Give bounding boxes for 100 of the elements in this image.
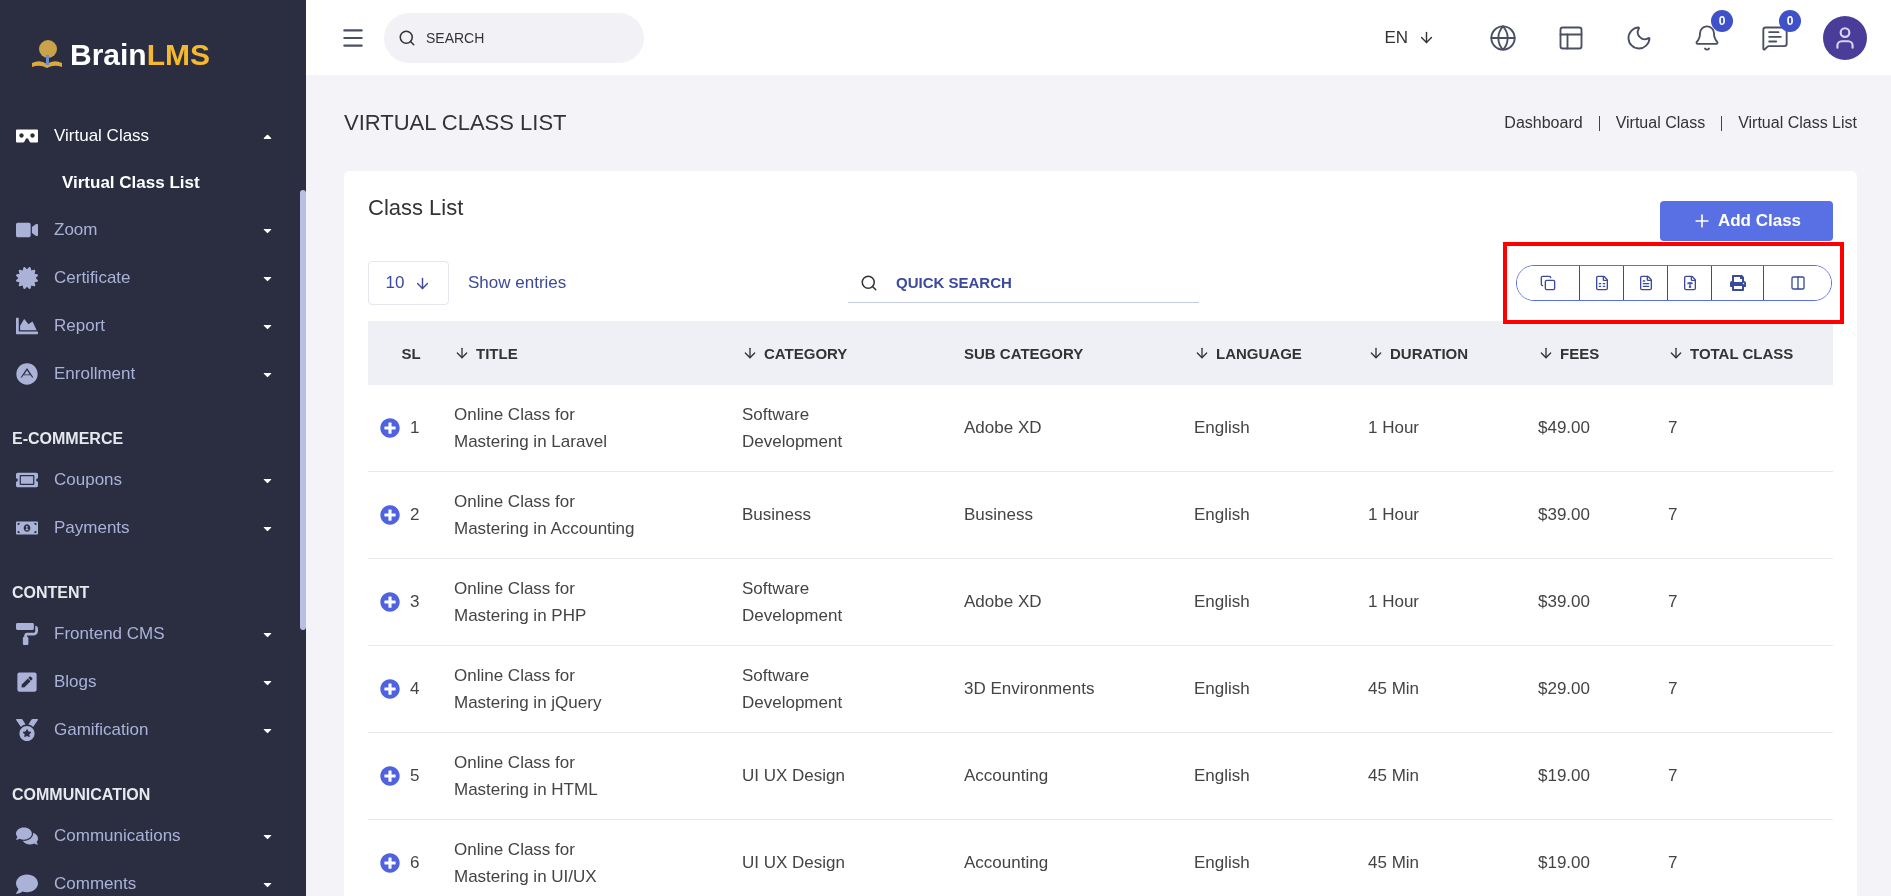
sidebar-item[interactable]: Frontend CMS [0, 610, 294, 658]
sidebar-item[interactable]: Blogs [0, 658, 294, 706]
sidebar-item[interactable]: Virtual Class [0, 112, 294, 160]
table-cell-text: Online Class for Mastering in Accounting [454, 490, 636, 540]
table-cell-text: 45 Min [1368, 852, 1420, 875]
expand-row-button[interactable] [380, 679, 400, 699]
table-cell-text: $19.00 [1538, 852, 1590, 875]
table-cell-text: Business [964, 504, 1033, 527]
search-icon [860, 273, 878, 292]
search-input[interactable]: SEARCH [424, 28, 630, 47]
sidebar-item[interactable]: Report [0, 302, 294, 350]
add-class-button[interactable]: Add Class [1660, 201, 1833, 241]
table-cell-text: Online Class for Mastering in HTML [454, 751, 599, 801]
table-cell-text: English [1194, 678, 1250, 701]
table-cell-text: English [1194, 852, 1250, 875]
table-cell: 1 [410, 418, 420, 438]
column-header[interactable]: DURATION [1368, 344, 1538, 362]
sidebar-item[interactable]: Comments [0, 860, 294, 896]
table-cell-text: Software Development [742, 664, 844, 714]
table-cell-text: Accounting [964, 852, 1049, 875]
table-cell-text: Online Class for Mastering in jQuery [454, 664, 603, 714]
table-cell-text: Business [742, 504, 811, 527]
table-cell-text: 7 [1668, 417, 1678, 440]
column-header[interactable]: FEES [1538, 344, 1668, 362]
spreadsheet-file-icon [1593, 275, 1610, 291]
search-field[interactable]: SEARCH [384, 12, 644, 63]
table-cell-text: Adobe XD [964, 591, 1042, 614]
table-cell-text: 45 Min [1368, 678, 1420, 701]
table-cell-text: $19.00 [1538, 765, 1590, 788]
expand-row-button[interactable] [380, 418, 400, 438]
table-cell-text: $49.00 [1538, 417, 1590, 440]
table-cell-text: UI UX Design [742, 765, 845, 788]
table-cell-text: Online Class for Mastering in UI/UX [454, 838, 598, 888]
table-cell-text: 3D Environments [964, 678, 1095, 701]
table-cell-text: Online Class for Mastering in PHP [454, 577, 588, 627]
column-header[interactable]: LANGUAGE [1194, 344, 1368, 362]
column-header[interactable]: SUB CATEGORY [964, 344, 1194, 362]
table-cell-text: English [1194, 417, 1250, 440]
sidebar-item[interactable]: Zoom [0, 206, 294, 254]
table-cell-text: English [1194, 765, 1250, 788]
avatar[interactable] [1823, 15, 1867, 60]
breadcrumb-link[interactable]: Virtual Class [1615, 114, 1706, 132]
sidebar-item[interactable]: Certificate [0, 254, 294, 302]
brain-book-logo-icon [30, 39, 64, 71]
table-cell: 2 [410, 505, 420, 525]
sidebar-item[interactable]: Enrollment [0, 350, 294, 398]
entries-label: Show entries [468, 273, 568, 293]
entries-select[interactable]: 10 [368, 261, 449, 305]
table-cell-text: 7 [1668, 504, 1678, 527]
table-cell: 5 [410, 766, 420, 786]
table-cell-text: Software Development [742, 577, 844, 627]
table-cell: 3 [410, 592, 420, 612]
table-cell-text: 7 [1668, 765, 1678, 788]
columns-button[interactable] [1763, 266, 1831, 300]
table-cell-text: Accounting [964, 765, 1049, 788]
quick-search-field[interactable]: QUICK SEARCH [848, 263, 1199, 303]
globe-icon[interactable] [1489, 23, 1517, 52]
copy-icon [1540, 275, 1556, 291]
sidebar-item[interactable]: Communications [0, 812, 294, 860]
expand-row-button[interactable] [380, 505, 400, 525]
logo-text: BrainLMS [70, 38, 210, 72]
table-cell: 6 [410, 853, 420, 873]
notification-count: 0 [1711, 9, 1733, 32]
bell-icon[interactable] [1693, 23, 1721, 52]
language-selector[interactable]: EN [1378, 26, 1441, 49]
column-header[interactable]: TOTAL CLASS [1668, 344, 1833, 362]
breadcrumb-link[interactable]: Dashboard [1504, 114, 1583, 132]
sidebar-subitem[interactable]: Virtual Class List [0, 160, 294, 206]
table-cell-text: 7 [1668, 591, 1678, 614]
table-cell-text: $29.00 [1538, 678, 1590, 701]
table-cell-text: 1 Hour [1368, 504, 1420, 527]
sidebar-item[interactable]: Coupons [0, 456, 294, 504]
table-cell-text: $39.00 [1538, 591, 1590, 614]
section-heading: CONTENT [11, 583, 91, 603]
column-header[interactable]: SL [368, 344, 454, 362]
pdf-file-icon [1681, 275, 1698, 291]
table-cell-text: $39.00 [1538, 504, 1590, 527]
sidebar-item[interactable]: Gamification [0, 706, 294, 754]
table-cell-text: 7 [1668, 678, 1678, 701]
table-cell-text: English [1194, 504, 1250, 527]
columns-icon [1789, 275, 1806, 291]
scrollbar[interactable] [300, 190, 306, 630]
search-icon [398, 28, 416, 47]
section-heading: COMMUNICATION [11, 785, 152, 805]
print-icon [1729, 275, 1746, 291]
column-header[interactable]: TITLE [454, 344, 742, 362]
expand-row-button[interactable] [380, 853, 400, 873]
page-title: VIRTUAL CLASS LIST [344, 110, 567, 136]
table-cell-text: Software Development [742, 403, 844, 453]
breadcrumb-link[interactable]: Virtual Class List [1738, 114, 1857, 132]
sidebar-item[interactable]: Payments [0, 504, 294, 552]
table-cell-text: 1 Hour [1368, 591, 1420, 614]
table-cell-text: English [1194, 591, 1250, 614]
text-file-icon [1637, 275, 1654, 291]
table-cell-text: 1 Hour [1368, 417, 1420, 440]
expand-row-button[interactable] [380, 592, 400, 612]
card-title: Class List [368, 194, 464, 221]
table-cell-text: 7 [1668, 852, 1678, 875]
column-header[interactable]: CATEGORY [742, 344, 964, 362]
expand-row-button[interactable] [380, 766, 400, 786]
